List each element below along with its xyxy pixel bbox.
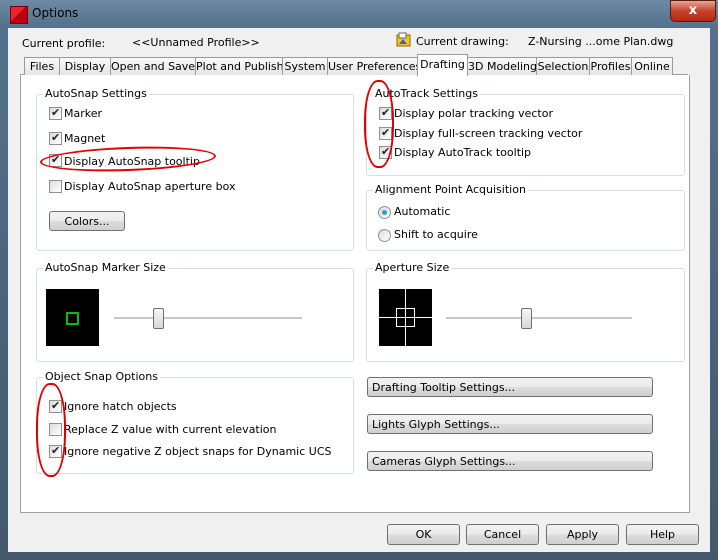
current-drawing-label: Current drawing:	[416, 35, 509, 48]
ok-button[interactable]: OK	[387, 524, 460, 545]
aperture-box-label: Display AutoSnap aperture box	[64, 180, 236, 193]
magnet-checkbox[interactable]	[49, 131, 62, 145]
magnet-label: Magnet	[64, 132, 106, 145]
ignore-hatch-label: Ignore hatch objects	[64, 400, 177, 413]
autosnap-tooltip-checkbox[interactable]	[49, 153, 62, 167]
alignment-point-title: Alignment Point Acquisition	[373, 183, 528, 196]
marker-size-title: AutoSnap Marker Size	[43, 261, 168, 274]
tab-online[interactable]: Online	[631, 57, 673, 75]
alignment-point-group: Alignment Point Acquisition	[366, 183, 685, 251]
cancel-button[interactable]: Cancel	[466, 524, 539, 545]
marker-label: Marker	[64, 107, 103, 120]
aperture-size-preview	[379, 289, 432, 346]
colors-button[interactable]: Colors...	[49, 211, 125, 231]
tab-drafting[interactable]: Drafting	[417, 54, 468, 76]
window-title: Options	[32, 6, 79, 20]
autotrack-settings-title: AutoTrack Settings	[373, 87, 480, 100]
automatic-label: Automatic	[394, 205, 451, 218]
polar-tracking-label: Display polar tracking vector	[394, 107, 553, 120]
object-snap-options-title: Object Snap Options	[43, 370, 160, 383]
options-window: Options x Current profile: <<Unnamed Pro…	[0, 0, 718, 560]
marker-size-slider-track[interactable]	[114, 317, 302, 320]
tab-display[interactable]: Display	[59, 57, 111, 75]
tab-files[interactable]: Files	[24, 57, 60, 75]
autotrack-tooltip-label: Display AutoTrack tooltip	[394, 146, 532, 159]
autotrack-tooltip-checkbox[interactable]	[379, 145, 392, 159]
aperture-size-title: Aperture Size	[373, 261, 452, 274]
automatic-radio[interactable]	[378, 206, 391, 219]
tab-3d-modeling[interactable]: 3D Modeling	[467, 57, 537, 75]
tab-plot-and-publish[interactable]: Plot and Publish	[195, 57, 284, 75]
current-profile-value: <<Unnamed Profile>>	[132, 36, 260, 49]
tab-system[interactable]: System	[282, 57, 328, 75]
ignore-hatch-checkbox[interactable]	[49, 399, 62, 413]
tab-selection[interactable]: Selection	[536, 57, 590, 75]
marker-size-preview	[46, 289, 99, 346]
help-button[interactable]: Help	[626, 524, 699, 545]
cameras-glyph-settings-button[interactable]: Cameras Glyph Settings...	[367, 451, 653, 471]
ignore-negative-z-checkbox[interactable]	[49, 444, 62, 458]
tab-open-and-save[interactable]: Open and Save	[110, 57, 196, 75]
drafting-tooltip-settings-button[interactable]: Drafting Tooltip Settings...	[367, 377, 653, 397]
tab-profiles[interactable]: Profiles	[589, 57, 632, 75]
aperture-box	[396, 308, 415, 327]
autosnap-tooltip-label: Display AutoSnap tooltip	[64, 155, 200, 168]
fullscreen-tracking-checkbox[interactable]	[379, 126, 392, 140]
current-profile-label: Current profile:	[22, 37, 106, 50]
lights-glyph-settings-button[interactable]: Lights Glyph Settings...	[367, 414, 653, 434]
dialog-client-area: Current profile: <<Unnamed Profile>> Cur…	[8, 28, 710, 552]
shift-to-acquire-radio[interactable]	[378, 229, 391, 242]
fullscreen-tracking-label: Display full-screen tracking vector	[394, 127, 583, 140]
aperture-size-slider-track[interactable]	[446, 317, 632, 320]
marker-checkbox[interactable]	[49, 106, 62, 120]
title-bar[interactable]: Options x	[0, 0, 718, 28]
drafting-panel: AutoSnap Settings Marker Magnet Display …	[20, 75, 690, 513]
polar-tracking-checkbox[interactable]	[379, 106, 392, 120]
current-drawing-value: Z-Nursing ...ome Plan.dwg	[528, 35, 674, 48]
replace-z-label: Replace Z value with current elevation	[64, 423, 277, 436]
shift-to-acquire-label: Shift to acquire	[394, 228, 478, 241]
close-button[interactable]: x	[670, 0, 716, 22]
marker-size-slider-thumb[interactable]	[152, 308, 164, 329]
autosnap-settings-title: AutoSnap Settings	[43, 87, 149, 100]
apply-button[interactable]: Apply	[546, 524, 619, 545]
drawing-file-icon	[396, 32, 411, 47]
tab-user-preferences[interactable]: User Preferences	[327, 57, 421, 75]
ignore-negative-z-label: Ignore negative Z object snaps for Dynam…	[64, 445, 332, 458]
replace-z-checkbox[interactable]	[49, 423, 62, 436]
autocad-app-icon	[10, 6, 28, 24]
snap-marker-square	[66, 312, 79, 325]
aperture-box-checkbox[interactable]	[49, 180, 62, 193]
aperture-size-slider-thumb[interactable]	[521, 308, 533, 329]
